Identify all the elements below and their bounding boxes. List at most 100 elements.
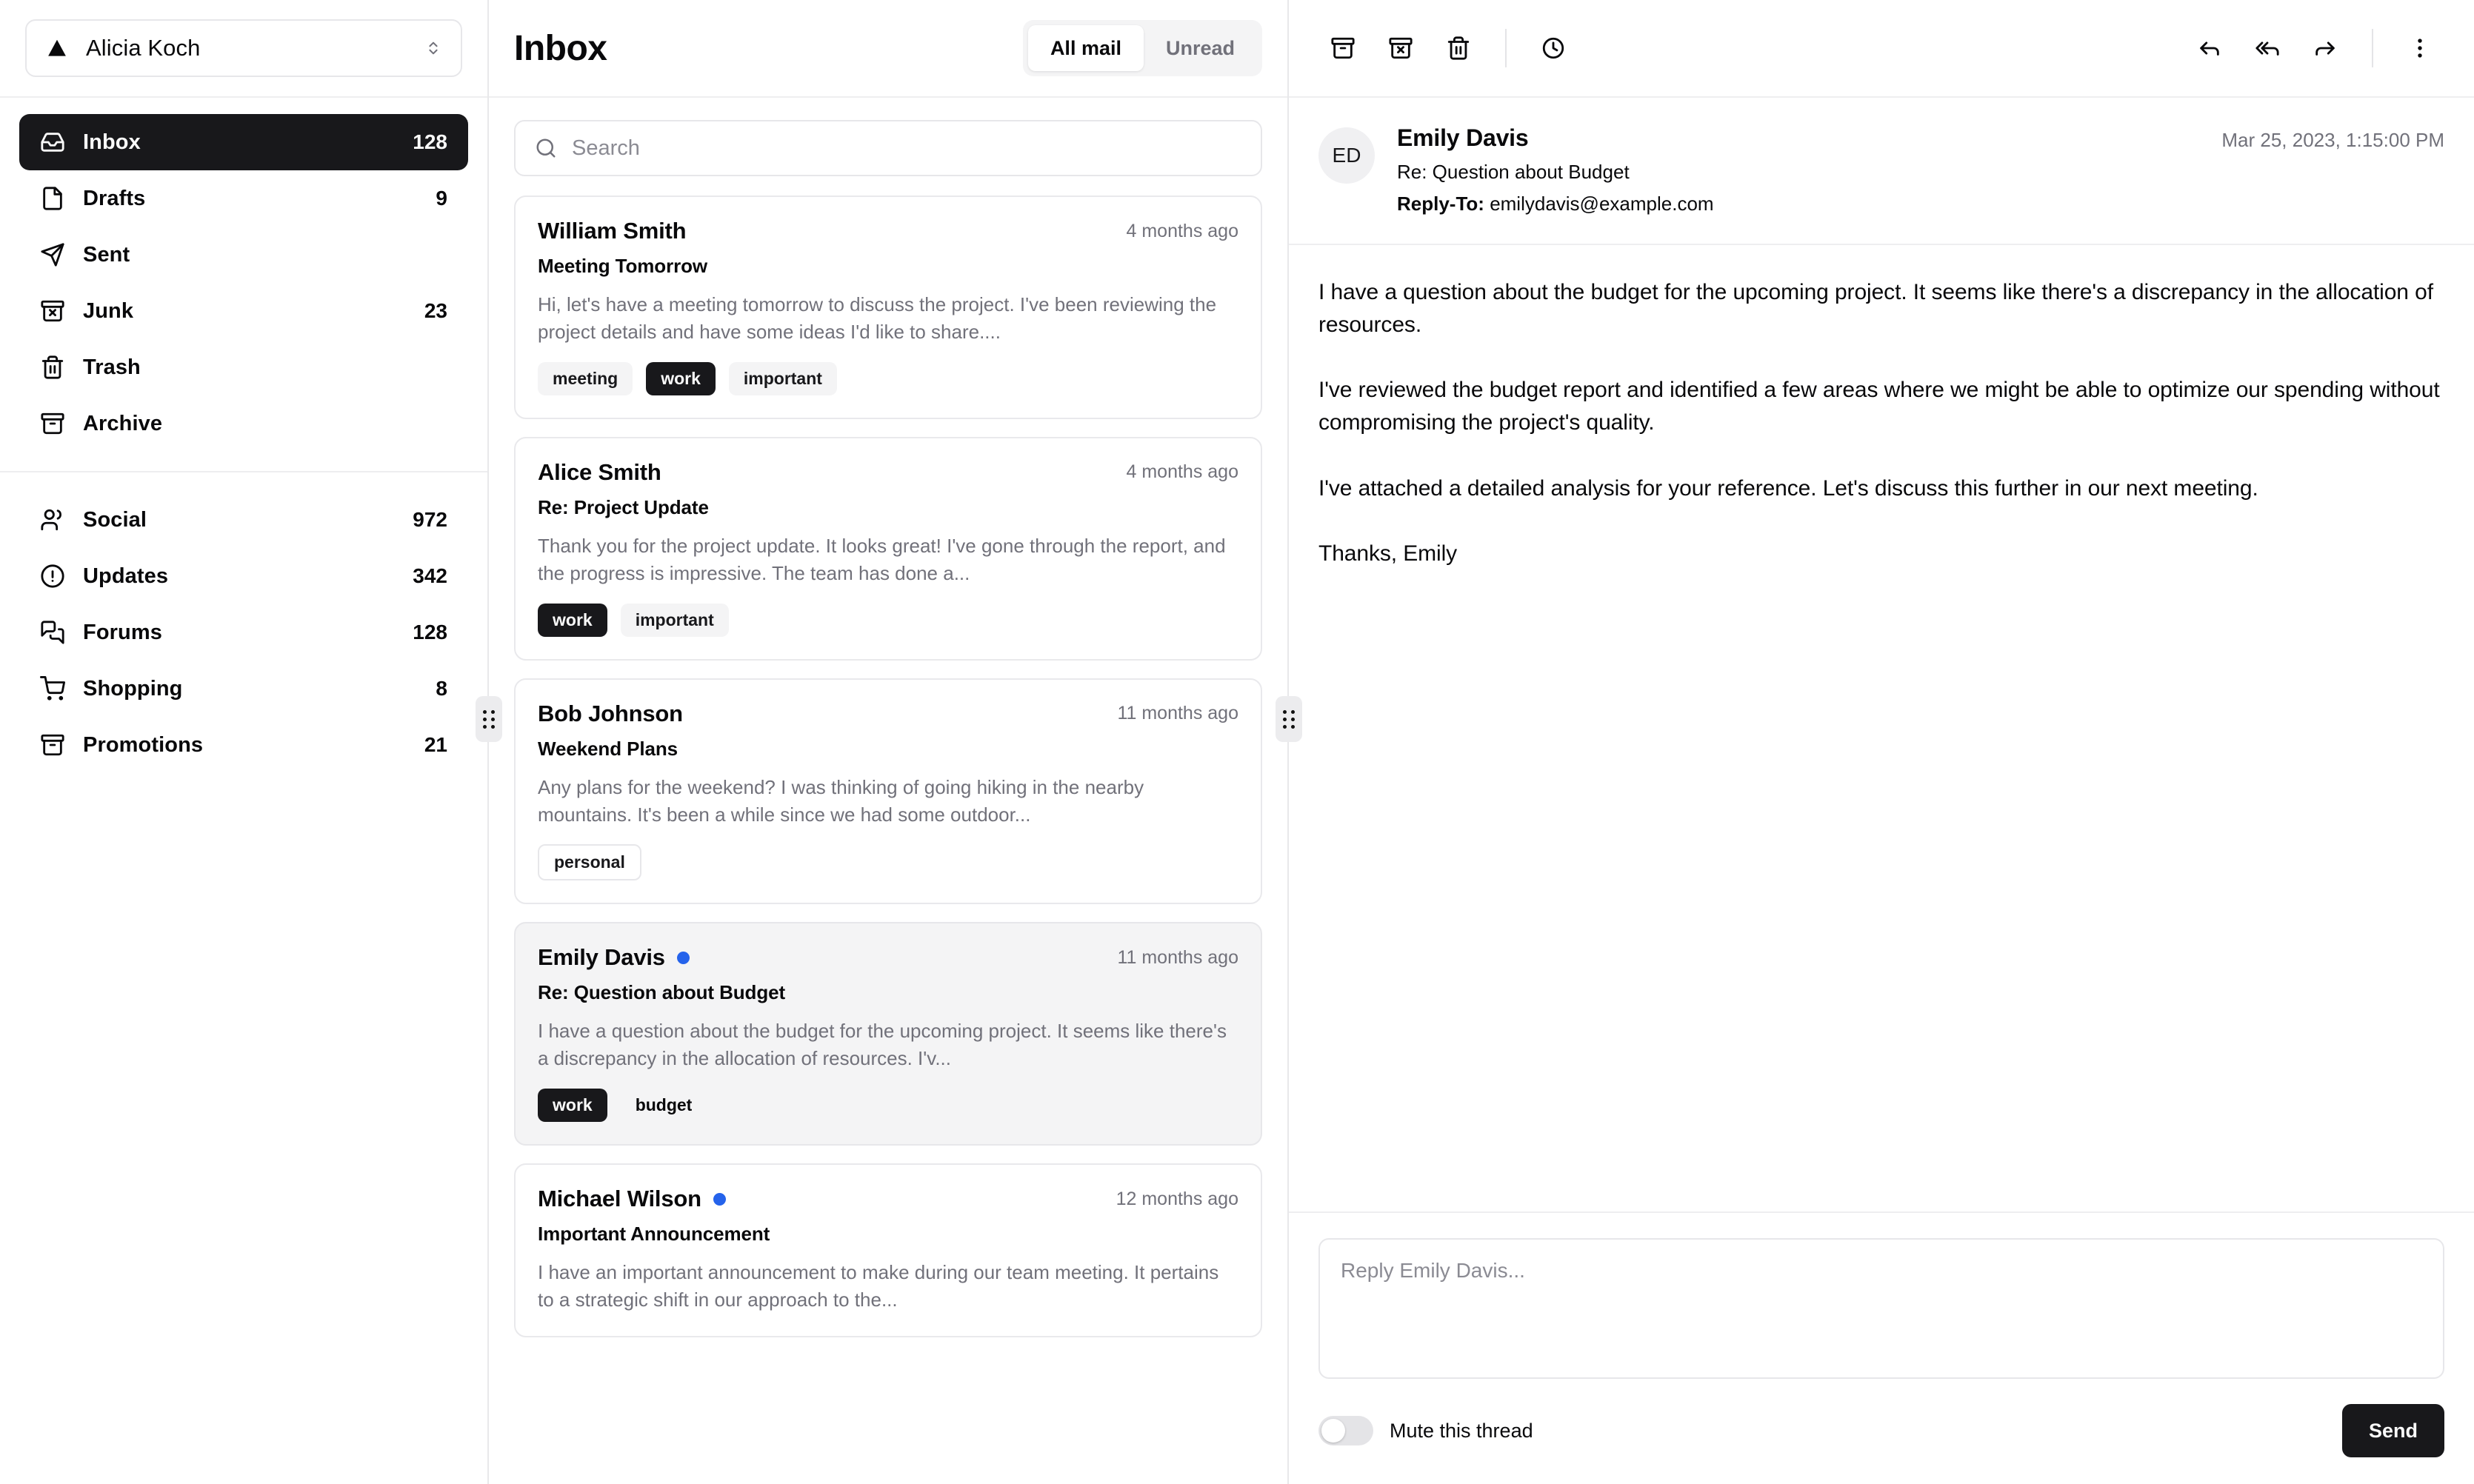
shopping-cart-icon bbox=[40, 676, 65, 701]
mail-list-pane: Inbox All mail Unread William Smith 4 mon… bbox=[476, 0, 1289, 1484]
reply-to-email: emilydavis@example.com bbox=[1490, 193, 1714, 215]
sender-name: Emily Davis bbox=[1397, 124, 1529, 151]
mail-timestamp: 11 months ago bbox=[1117, 946, 1238, 968]
sidebar-item-label: Junk bbox=[83, 298, 134, 323]
reply-composer: Mute this thread Send bbox=[1289, 1211, 2474, 1484]
sidebar-item-label: Updates bbox=[83, 564, 169, 588]
message-square-icon bbox=[40, 620, 65, 645]
mail-list-item[interactable]: Alice Smith 4 months ago Re: Project Updat… bbox=[514, 436, 1262, 661]
unread-indicator bbox=[713, 1192, 726, 1206]
mail-snippet: Thank you for the project update. It loo… bbox=[538, 534, 1226, 584]
avatar: ED bbox=[1318, 127, 1375, 184]
account-switcher-bar: Alicia Koch bbox=[0, 0, 487, 98]
list-resize-handle[interactable] bbox=[1276, 696, 1302, 742]
sidebar-item-count: 972 bbox=[413, 508, 447, 531]
sidebar-resize-handle[interactable] bbox=[476, 696, 502, 742]
sidebar-item-count: 342 bbox=[413, 564, 447, 587]
sidebar-item-archive[interactable]: Archive bbox=[19, 395, 468, 452]
mail-item-top-row: Michael Wilson 12 months ago bbox=[538, 1186, 1238, 1212]
sidebar-item-promotions[interactable]: Promotions 21 bbox=[19, 717, 468, 773]
reply-all-button[interactable] bbox=[2238, 19, 2296, 77]
account-switcher[interactable]: Alicia Koch bbox=[25, 19, 462, 77]
mail-tag-list: meeting work important bbox=[538, 361, 1238, 395]
archive-icon bbox=[40, 732, 65, 758]
reply-textarea[interactable] bbox=[1318, 1238, 2444, 1379]
send-icon bbox=[40, 242, 65, 267]
tab-all-mail[interactable]: All mail bbox=[1027, 25, 1144, 71]
archive-button[interactable] bbox=[1314, 19, 1372, 77]
send-button[interactable]: Send bbox=[2341, 1404, 2444, 1457]
sidebar-primary-nav: Inbox 128 Drafts 9 Sent Junk 23 Trash Archive bbox=[0, 98, 487, 452]
message-date: Mar 25, 2023, 1:15:00 PM bbox=[2221, 129, 2444, 151]
sidebar-item-forums[interactable]: Forums 128 bbox=[19, 604, 468, 661]
tab-unread[interactable]: Unread bbox=[1144, 25, 1257, 71]
mail-item-top-row: Alice Smith 4 months ago bbox=[538, 459, 1238, 486]
snooze-button[interactable] bbox=[1524, 19, 1582, 77]
mail-subject: Weekend Plans bbox=[538, 737, 678, 760]
mail-list-item[interactable]: Emily Davis 11 months ago Re: Question abo… bbox=[514, 922, 1262, 1146]
sidebar-item-count: 128 bbox=[413, 130, 447, 153]
search-input[interactable] bbox=[572, 136, 1241, 161]
sidebar-item-label: Archive bbox=[83, 411, 163, 435]
move-to-junk-button[interactable] bbox=[1372, 19, 1430, 77]
chevrons-up-down-icon bbox=[424, 36, 443, 61]
mail-item-top-row: Bob Johnson 11 months ago bbox=[538, 701, 1238, 727]
sidebar-item-sent[interactable]: Sent bbox=[19, 227, 468, 283]
sidebar-item-shopping[interactable]: Shopping 8 bbox=[19, 661, 468, 717]
mail-subject: Re: Question about Budget bbox=[538, 981, 786, 1004]
search-icon bbox=[535, 137, 557, 159]
account-name: Alicia Koch bbox=[86, 35, 201, 61]
sidebar-item-social[interactable]: Social 972 bbox=[19, 492, 468, 548]
sidebar-item-count: 128 bbox=[413, 621, 447, 644]
more-options-button[interactable] bbox=[2391, 19, 2449, 77]
grip-dots-icon bbox=[483, 709, 495, 729]
sidebar-item-trash[interactable]: Trash bbox=[19, 339, 468, 395]
mail-reader-pane: ED Emily Davis Re: Question about Budget… bbox=[1276, 0, 2474, 1484]
trash-icon bbox=[40, 355, 65, 380]
mail-tag-list: work budget bbox=[538, 1089, 1238, 1123]
users-icon bbox=[40, 507, 65, 532]
sidebar-item-label: Shopping bbox=[83, 676, 183, 701]
sidebar-item-count: 21 bbox=[424, 733, 447, 756]
forward-button[interactable] bbox=[2296, 19, 2354, 77]
sidebar-item-label: Drafts bbox=[83, 186, 146, 210]
mail-tag-budget: budget bbox=[635, 1095, 693, 1115]
mail-list-header: Inbox All mail Unread bbox=[489, 0, 1287, 98]
mail-list-item[interactable]: Michael Wilson 12 months ago Important Ann… bbox=[514, 1163, 1262, 1338]
mail-item-top-row: Emily Davis 11 months ago bbox=[538, 944, 1238, 971]
mail-sender-name: William Smith bbox=[538, 218, 687, 244]
message-subject: Re: Question about Budget bbox=[1397, 161, 1630, 183]
sidebar-item-label: Forums bbox=[83, 620, 162, 644]
unread-indicator bbox=[676, 951, 690, 964]
grip-dots-icon bbox=[1283, 709, 1295, 729]
search-box[interactable] bbox=[514, 120, 1262, 176]
mail-item-top-row: William Smith 4 months ago bbox=[538, 218, 1238, 244]
mail-snippet: Any plans for the weekend? I was thinkin… bbox=[538, 775, 1144, 826]
mail-tag-meeting: meeting bbox=[538, 361, 633, 395]
sidebar-item-inbox[interactable]: Inbox 128 bbox=[19, 114, 468, 170]
sidebar: Alicia Koch Inbox 128 Drafts 9 Sent Junk 23 Tra… bbox=[0, 0, 489, 1484]
sidebar-item-label: Social bbox=[83, 507, 147, 532]
mail-tag-work: work bbox=[538, 603, 607, 637]
file-icon bbox=[40, 186, 65, 211]
reply-to-label: Reply-To: bbox=[1397, 193, 1484, 215]
mute-thread-toggle[interactable] bbox=[1318, 1416, 1373, 1445]
mail-list-item[interactable]: William Smith 4 months ago Meeting Tomorro… bbox=[514, 195, 1262, 419]
mail-snippet: I have a question about the budget for t… bbox=[538, 1020, 1227, 1070]
mail-tag-list: personal bbox=[538, 844, 1238, 881]
message-body: I have a question about the budget for t… bbox=[1318, 280, 2440, 566]
sidebar-item-drafts[interactable]: Drafts 9 bbox=[19, 170, 468, 227]
mail-tag-important: important bbox=[728, 361, 837, 395]
reply-button[interactable] bbox=[2181, 19, 2238, 77]
mail-subject: Re: Project Update bbox=[538, 495, 709, 518]
toolbar-divider bbox=[1505, 29, 1507, 67]
sidebar-item-junk[interactable]: Junk 23 bbox=[19, 283, 468, 339]
sidebar-item-label: Sent bbox=[83, 242, 130, 267]
mail-list-item[interactable]: Bob Johnson 11 months ago Weekend Plans Any… bbox=[514, 678, 1262, 905]
mail-sender-name: Bob Johnson bbox=[538, 700, 683, 726]
message-header-main: Emily Davis Re: Question about Budget Re… bbox=[1397, 124, 2199, 215]
sidebar-item-updates[interactable]: Updates 342 bbox=[19, 548, 468, 604]
mail-snippet: I have an important announcement to make… bbox=[538, 1261, 1219, 1311]
mail-timestamp: 4 months ago bbox=[1126, 220, 1239, 241]
move-to-trash-button[interactable] bbox=[1430, 19, 1487, 77]
